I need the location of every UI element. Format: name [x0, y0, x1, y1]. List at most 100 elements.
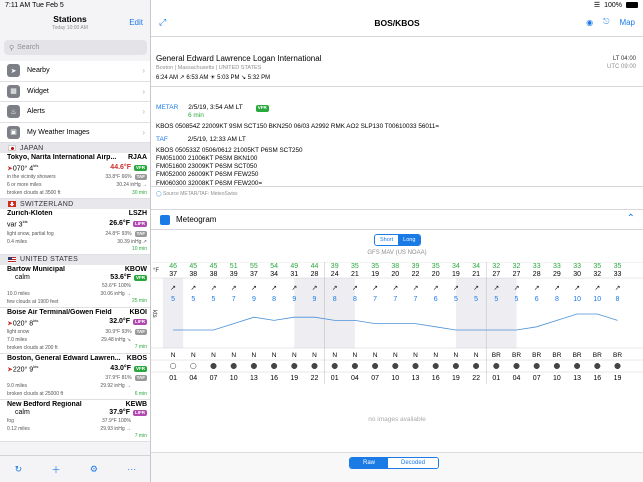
- wind-speed-value: 8: [333, 296, 337, 303]
- more-icon[interactable]: ···: [127, 464, 136, 474]
- station-age: 10 min: [131, 245, 147, 252]
- no-images-label: no images available: [368, 416, 426, 423]
- cloud-cover-icon: [210, 362, 217, 370]
- hour-label: 01: [169, 375, 177, 382]
- wind-direction-arrow-icon: ↗: [190, 284, 196, 292]
- station-temp: 44.6°F: [110, 163, 131, 171]
- section-header-united-states: UNITED STATES: [0, 254, 150, 265]
- dewpoint-value: 27: [492, 271, 500, 278]
- wind-direction-arrow-icon: ↗: [433, 284, 439, 292]
- settings-gear-icon[interactable]: ⚙: [90, 464, 98, 475]
- metar-text: KBOS 050854Z 22009KT 9SM SCT150 BKN250 0…: [156, 123, 440, 131]
- map-button[interactable]: Map: [619, 18, 635, 27]
- edit-button[interactable]: Edit: [129, 18, 143, 27]
- camera-icon[interactable]: ◉: [586, 18, 593, 27]
- location-arrow-icon: ➤: [7, 64, 20, 78]
- station-row[interactable]: Boise Air Terminal/Gowen Field KBOI ➤020°…: [0, 307, 150, 354]
- chevron-right-icon: ›: [142, 127, 145, 137]
- share-icon[interactable]: ⎋: [603, 17, 609, 27]
- dewpoint-value: 20: [432, 271, 440, 278]
- search-input[interactable]: ⚲ Search: [4, 40, 147, 55]
- station-temp: 37.9°F: [109, 409, 130, 417]
- wind-speed-value: 7: [414, 296, 418, 303]
- station-dew: 37.9°F 100%: [102, 418, 131, 425]
- station-name: Boise Air Terminal/Gowen Field: [7, 308, 112, 316]
- raw-decoded-control: Raw Decoded: [349, 457, 440, 469]
- temp-value: 33: [573, 263, 581, 270]
- wind-speed-value: 9: [252, 296, 256, 303]
- station-row[interactable]: Bartow Municipal KBOW calm 53.6°F VFR 53.6°…: [0, 264, 150, 308]
- station-wind: ➤070° 4kts: [7, 163, 39, 173]
- dewpoint-value: 38: [210, 271, 218, 278]
- meteogram-header[interactable]: Meteogram ⌃: [151, 211, 643, 228]
- short-tab[interactable]: Short: [375, 235, 399, 245]
- precip-value: BR: [613, 352, 622, 359]
- station-pressure: 29.93 inHg →: [100, 426, 131, 433]
- station-dew: 24.8°F 93%: [105, 230, 132, 237]
- precip-value: N: [191, 352, 196, 359]
- menu-item-images[interactable]: ▣ My Weather Images ›: [0, 123, 150, 143]
- cloud-cover-icon: [594, 362, 601, 370]
- station-row[interactable]: Boston, General Edward Lawren... KBOS ➤22…: [0, 353, 150, 401]
- decoded-tab[interactable]: Decoded: [388, 458, 439, 468]
- cloud-cover-icon: [230, 362, 237, 370]
- station-code: KBOS: [126, 354, 147, 362]
- divider: [151, 36, 643, 37]
- bottom-toolbar: Raw Decoded: [151, 452, 643, 482]
- precip-value: N: [292, 352, 297, 359]
- temp-value: 35: [432, 263, 440, 270]
- station-weather: in the vicinity showers: [7, 174, 56, 181]
- cloud-cover-icon: [372, 362, 379, 370]
- wind-direction-arrow-icon: ↗: [372, 284, 378, 292]
- dewpoint-value: 27: [513, 271, 521, 278]
- wind-direction-arrow-icon: ↗: [392, 284, 398, 292]
- wind-speed-value: 6: [535, 296, 539, 303]
- station-dew: 30.9°F 93%: [105, 328, 132, 335]
- station-dew: 37.9°F 81%: [105, 375, 132, 382]
- raw-tab[interactable]: Raw: [350, 458, 389, 468]
- station-code: KBOW: [124, 265, 147, 273]
- wind-speed-value: 9: [292, 296, 296, 303]
- cloud-cover-icon: [574, 362, 581, 370]
- hour-label: 13: [250, 375, 258, 382]
- station-visibility: 0.4 miles: [7, 238, 28, 245]
- station-row[interactable]: New Bedford Regional KEWB calm 37.9°F LIFR …: [0, 400, 150, 443]
- utc-time: UTC 09:00: [606, 64, 636, 70]
- hour-label: 10: [391, 375, 399, 382]
- cloud-cover-icon: [250, 362, 257, 370]
- wind-direction-arrow-icon: ↗: [615, 284, 621, 292]
- wind-direction-arrow-icon: ↗: [574, 284, 580, 292]
- navigation-bar: ⤢ BOS/KBOS ◉ ⎋ Map: [151, 13, 643, 35]
- precip-value: BR: [532, 352, 541, 359]
- menu-item-nearby[interactable]: ➤ Nearby ›: [0, 61, 150, 82]
- temp-value: 32: [513, 263, 521, 270]
- cloud-cover-icon: [392, 362, 399, 370]
- add-icon[interactable]: ＋: [52, 463, 61, 476]
- status-date: Tue Feb 5: [32, 1, 64, 9]
- hour-label: 07: [371, 375, 379, 382]
- cloud-cover-icon: [452, 362, 459, 370]
- chevron-up-icon[interactable]: ⌃: [627, 213, 635, 224]
- station-wind: var 3kts: [7, 219, 28, 229]
- range-segmented-control: Short Long: [374, 234, 422, 246]
- refresh-icon[interactable]: ↻: [15, 464, 23, 475]
- precip-value: BR: [552, 352, 561, 359]
- station-row[interactable]: Zurich-Kloten LSZH var 3kts 26.6°F LIFR lig…: [0, 209, 150, 255]
- hour-label: 10: [553, 375, 561, 382]
- menu-item-widget[interactable]: ▦ Widget ›: [0, 82, 150, 102]
- status-bar-right: ☰ 100%: [151, 0, 643, 10]
- wind-speed-value: 5: [494, 296, 498, 303]
- check-circle-icon: ◯: [156, 191, 162, 197]
- cloud-cover-icon: [533, 362, 540, 370]
- station-row[interactable]: Tokyo, Narita International Airp... RJAA …: [0, 153, 150, 200]
- menu-item-alerts[interactable]: ♨ Alerts ›: [0, 102, 150, 123]
- wind-direction-arrow-icon: ↗: [473, 284, 479, 292]
- flight-category-badge: LIFR: [133, 220, 147, 227]
- station-wind: calm: [15, 273, 30, 281]
- temp-value: 33: [553, 263, 561, 270]
- hour-label: 07: [533, 375, 541, 382]
- long-tab[interactable]: Long: [398, 235, 421, 245]
- precip-value: BR: [512, 352, 521, 359]
- section-label: UNITED STATES: [20, 256, 79, 264]
- station-name: Boston, General Edward Lawren...: [7, 354, 121, 362]
